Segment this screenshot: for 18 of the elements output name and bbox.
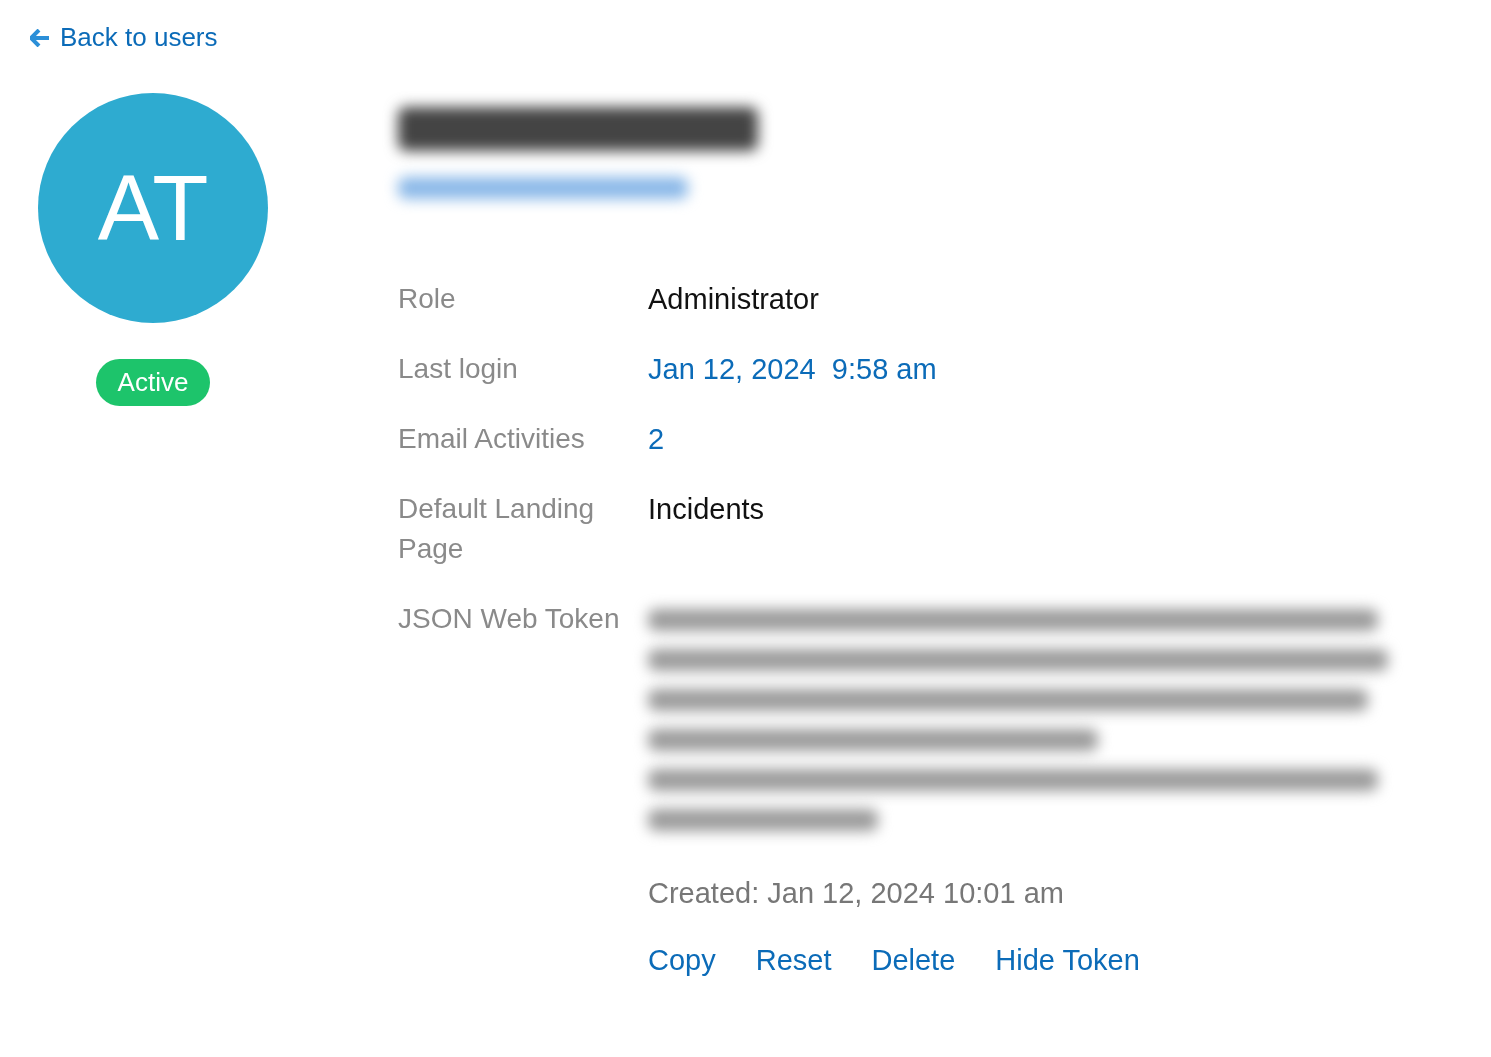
token-action-link[interactable]: Delete <box>871 944 956 977</box>
token-created-date: Created: Jan 12, 2024 10:01 am <box>648 877 1065 910</box>
token-action-link[interactable]: Hide Token <box>995 944 1140 977</box>
field-label: Default Landing Page <box>398 492 596 566</box>
field-value-link[interactable]: Jan 12, 2024 9:58 am <box>648 349 1408 389</box>
field-label: JSON Web Token <box>398 602 621 636</box>
field-value-link[interactable]: 2 <box>648 419 1408 459</box>
field-label: Role <box>398 282 457 316</box>
status-badge: Active <box>95 359 211 406</box>
field-value: Incidents <box>648 492 766 527</box>
avatar: AT <box>38 93 268 323</box>
arrow-left-icon <box>30 28 50 47</box>
back-link[interactable]: Back to users <box>30 22 218 53</box>
field-value: Administrator <box>648 282 820 317</box>
token-action-link[interactable]: Reset <box>755 944 832 977</box>
field-label: Email Activities <box>398 422 586 456</box>
token-action-link[interactable]: Copy <box>648 944 716 977</box>
field-label: Last login <box>398 352 519 386</box>
